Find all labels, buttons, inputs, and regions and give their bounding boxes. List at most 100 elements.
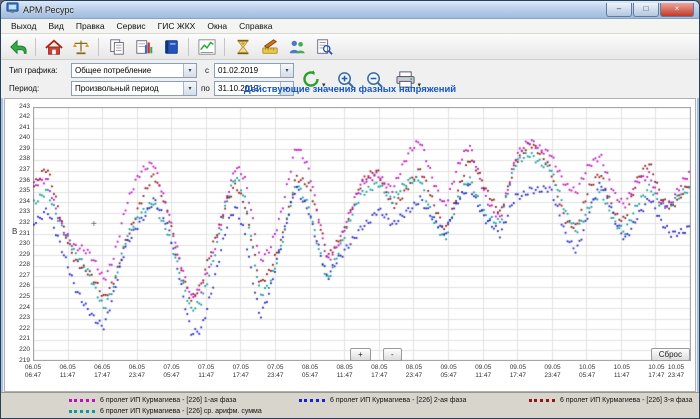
legend-item: 6 пролет ИП Курмагиева - [226] 1-ая фаза	[69, 395, 299, 405]
chart-area: В 24324224124023923823723623523423323223…	[4, 98, 696, 392]
y-tick-label: 232	[7, 220, 30, 227]
chevron-down-icon[interactable]: ▾	[280, 64, 293, 77]
window-title: АРМ Ресурс	[23, 5, 74, 15]
x-tick-label: 07.0523:47	[256, 364, 294, 380]
x-tick-label: 07.0511:47	[187, 364, 225, 380]
y-tick-label: 230	[7, 241, 30, 248]
y-tick-label: 220	[7, 347, 30, 354]
y-tick-label: 225	[7, 294, 30, 301]
chart-canvas[interactable]	[33, 107, 691, 361]
period-value: Произвольный период	[75, 84, 159, 93]
close-button[interactable]: ×	[660, 3, 694, 17]
y-tick-label: 221	[7, 336, 30, 343]
report-chart-button[interactable]	[131, 35, 156, 58]
titlebar[interactable]: АРМ Ресурс – □ ×	[1, 1, 699, 19]
legend-swatch	[529, 399, 555, 402]
hourglass-button[interactable]	[230, 35, 255, 58]
y-tick-label: 229	[7, 252, 30, 259]
x-tick-label: 06.0523:47	[118, 364, 156, 380]
x-tick-label: 06.0517:47	[83, 364, 121, 380]
filter-panel: Тип графика: Общее потребление ▾ с 01.02…	[1, 60, 699, 98]
scales-icon	[72, 38, 90, 56]
period-select[interactable]: Произвольный период ▾	[71, 81, 197, 96]
plot-zoom-in-button[interactable]: +	[350, 348, 371, 361]
document-search-button[interactable]	[311, 35, 336, 58]
y-tick-label: 241	[7, 125, 30, 132]
menu-item-view[interactable]: Вид	[42, 20, 69, 32]
date-from-value: 01.02.2019	[218, 66, 258, 75]
x-tick-label: 09.0523:47	[533, 364, 571, 380]
report-chart-icon	[135, 38, 153, 56]
hourglass-icon	[234, 38, 252, 56]
scales-button[interactable]	[68, 35, 93, 58]
x-tick-label: 10.0511:47	[603, 364, 641, 380]
y-tick-label: 234	[7, 199, 30, 206]
y-tick-label: 243	[7, 104, 30, 111]
date-to-label: по	[201, 84, 210, 93]
legend-swatch	[69, 410, 95, 413]
legend-label: 6 пролет ИП Курмагиева - [226] ср. арифм…	[100, 408, 262, 415]
menu-item-service[interactable]: Сервис	[111, 20, 152, 32]
y-tick-label: 231	[7, 231, 30, 238]
x-tick-label: 08.0511:47	[326, 364, 364, 380]
x-tick-label: 10.0505:47	[568, 364, 606, 380]
y-tick-label: 238	[7, 156, 30, 163]
ruler-pencil-icon	[261, 38, 279, 56]
document-search-icon	[315, 38, 333, 56]
legend-item: 6 пролет ИП Курмагиева - [226] 2-ая фаза	[299, 395, 529, 405]
chart-frame-button[interactable]	[194, 35, 219, 58]
x-tick-label: 06.0511:47	[49, 364, 87, 380]
x-tick-label: 06.0506:47	[14, 364, 52, 380]
y-tick-label: 239	[7, 146, 30, 153]
y-tick-label: 224	[7, 305, 30, 312]
chevron-down-icon[interactable]: ▾	[183, 64, 196, 77]
legend-item: 6 пролет ИП Курмагиева - [226] ср. арифм…	[69, 406, 299, 416]
toolbar	[1, 34, 699, 60]
plot-zoom-out-button[interactable]: -	[383, 348, 402, 361]
crosshair-marker: +	[91, 219, 97, 230]
menu-item-exit[interactable]: Выход	[5, 20, 42, 32]
ruler-pencil-button[interactable]	[257, 35, 282, 58]
legend-swatch	[69, 399, 95, 402]
date-from-label: с	[205, 66, 209, 75]
home-button[interactable]	[41, 35, 66, 58]
chevron-down-icon[interactable]: ▾	[183, 82, 196, 95]
y-tick-label: 235	[7, 188, 30, 195]
minimize-button[interactable]: –	[606, 3, 632, 17]
toolbar-separator	[188, 38, 189, 56]
menu-item-windows[interactable]: Окна	[201, 20, 233, 32]
y-tick-label: 237	[7, 167, 30, 174]
copy-documents-icon	[108, 38, 126, 56]
reset-button[interactable]: Сброс	[651, 348, 690, 361]
y-tick-label: 233	[7, 209, 30, 216]
x-tick-label: 09.0511:47	[464, 364, 502, 380]
x-tick-label: 09.0505:47	[430, 364, 468, 380]
date-from-input[interactable]: 01.02.2019 ▾	[214, 63, 294, 78]
x-tick-label: 08.0517:47	[360, 364, 398, 380]
book-button[interactable]	[158, 35, 183, 58]
toolbar-separator	[35, 38, 36, 56]
legend-label: 6 пролет ИП Курмагиева - [226] 3-я фаза	[560, 397, 693, 404]
menu-item-help[interactable]: Справка	[233, 20, 278, 32]
chart-type-select[interactable]: Общее потребление ▾	[71, 63, 197, 78]
y-tick-label: 240	[7, 135, 30, 142]
toolbar-separator	[224, 38, 225, 56]
y-tick-label: 227	[7, 273, 30, 280]
y-tick-label: 242	[7, 114, 30, 121]
toolbar-separator	[98, 38, 99, 56]
menu-item-edit[interactable]: Правка	[70, 20, 111, 32]
copy-documents-button[interactable]	[104, 35, 129, 58]
menu-item-gis-zhkh[interactable]: ГИС ЖКХ	[152, 20, 202, 32]
back-arrow-button[interactable]	[5, 35, 30, 58]
x-tick-label: 07.0505:47	[153, 364, 191, 380]
book-icon	[162, 38, 180, 56]
users-button[interactable]	[284, 35, 309, 58]
chart-type-label: Тип графика:	[9, 66, 58, 75]
back-arrow-icon	[9, 38, 27, 56]
home-icon	[45, 38, 63, 56]
period-label: Период:	[9, 84, 39, 93]
maximize-button[interactable]: □	[633, 3, 659, 17]
x-tick-label: 10.0523:47	[657, 364, 695, 380]
x-tick-label: 08.0505:47	[291, 364, 329, 380]
legend-item: 6 пролет ИП Курмагиева - [226] 3-я фаза	[529, 395, 699, 405]
